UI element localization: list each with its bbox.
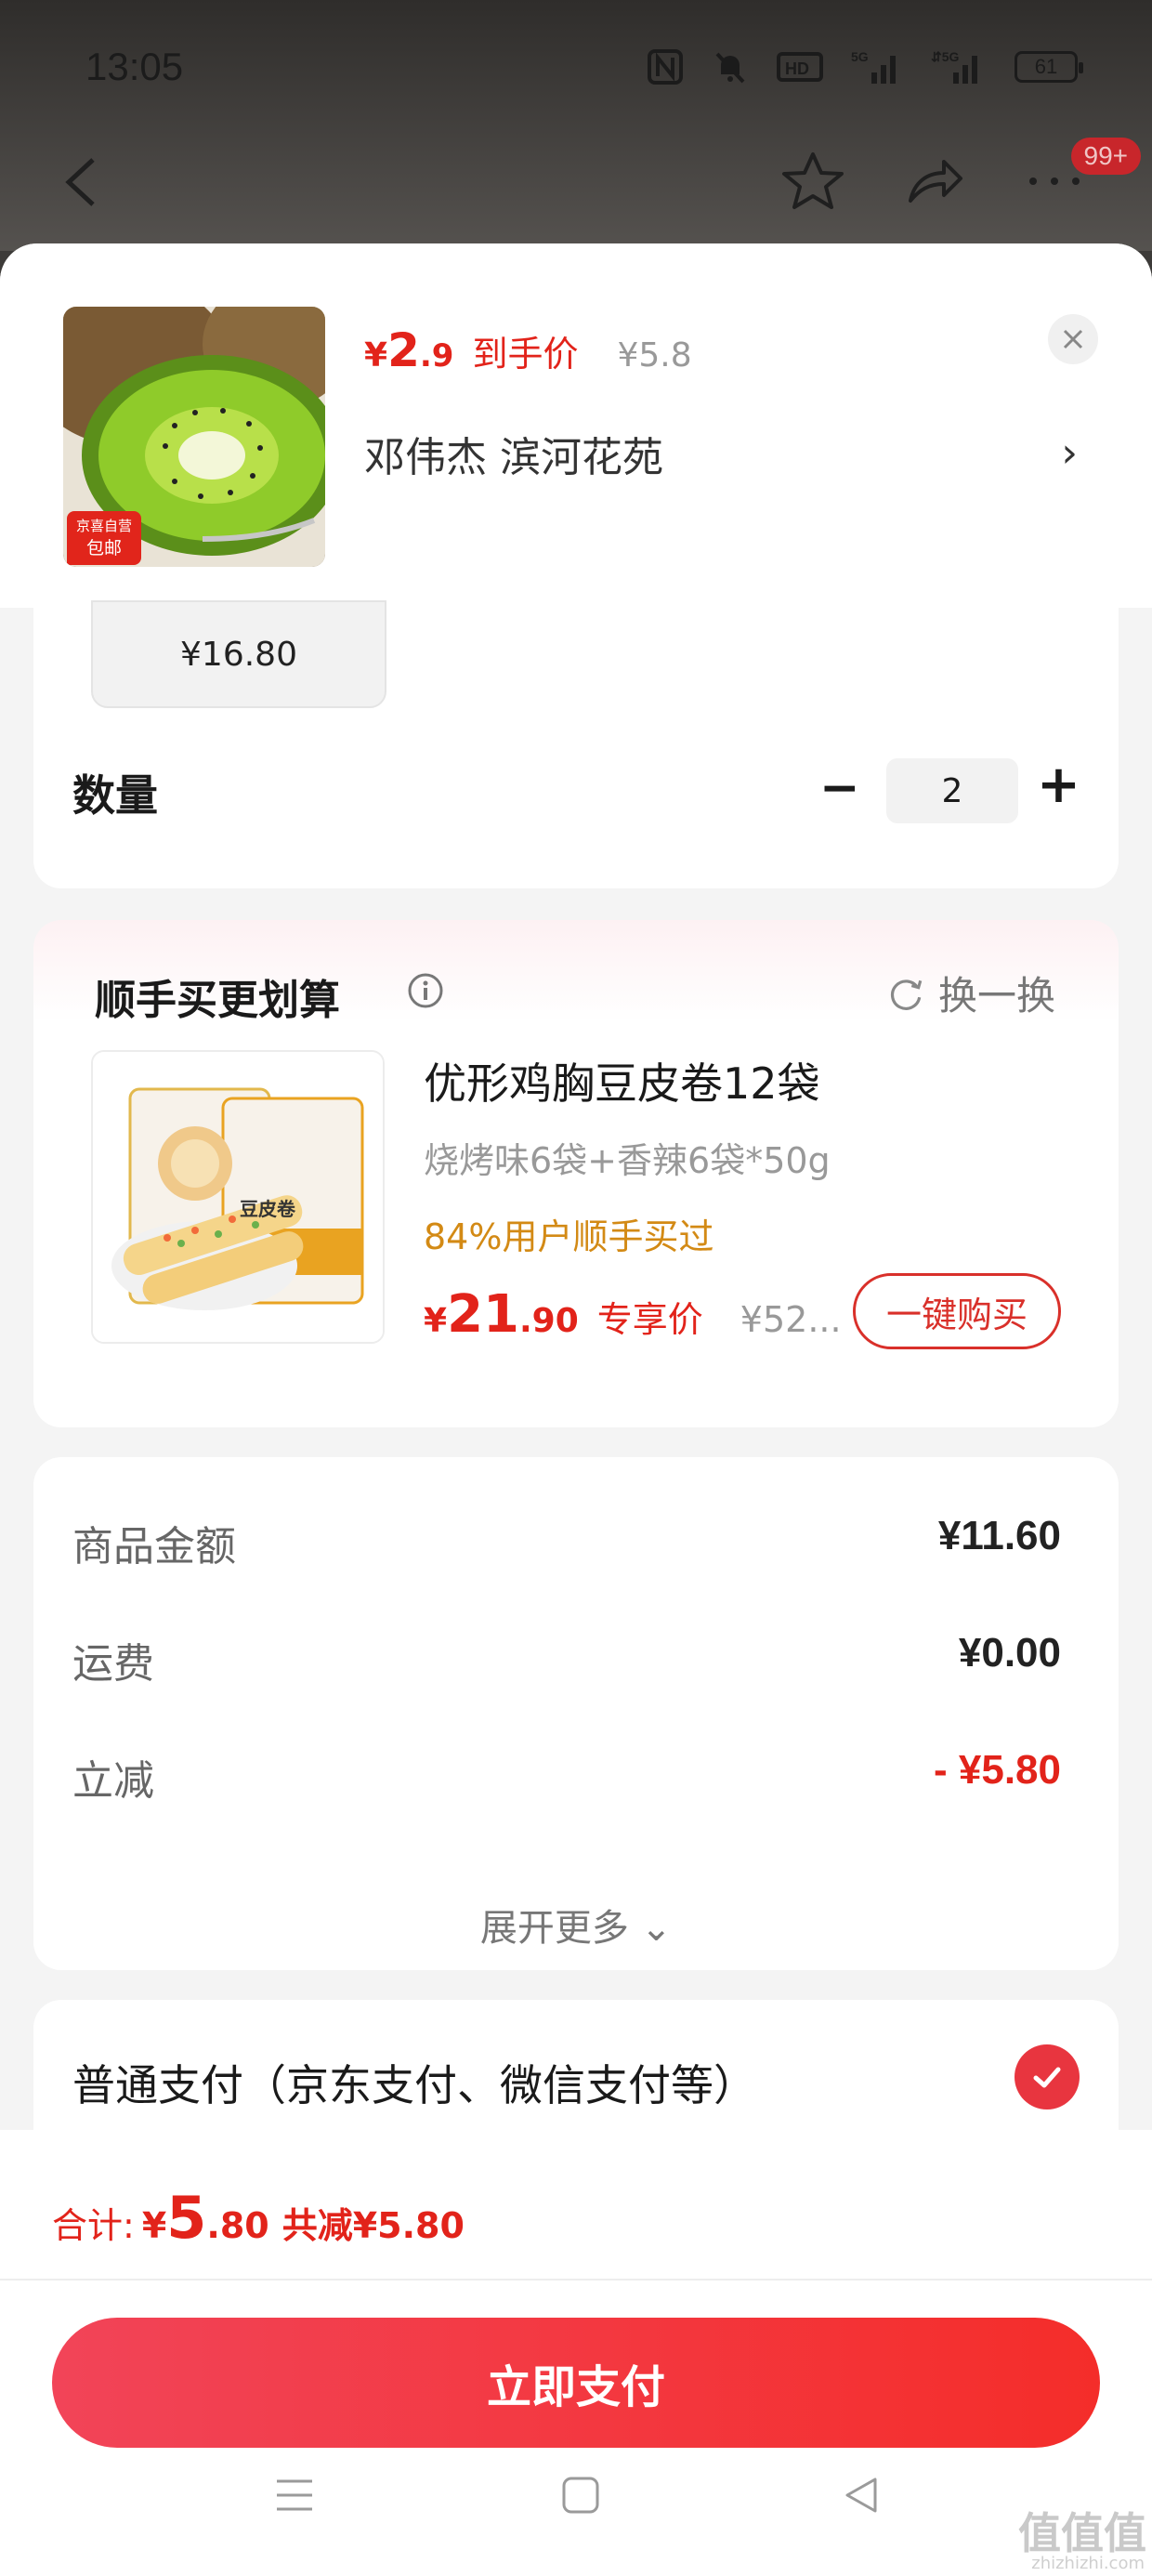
- share-icon[interactable]: [901, 149, 966, 217]
- payment-method-label: 普通支付（京东支付、微信支付等）: [72, 2060, 756, 2110]
- 5g-signal-icon: ⇵5G: [931, 48, 987, 85]
- home-icon[interactable]: [559, 2474, 602, 2517]
- checkout-sheet: 京喜自营 包邮 ¥ 2 .9 到手价 ¥5.8 邓伟杰 滨河花苑 › ¥16.8…: [0, 243, 1152, 2576]
- detail-row-discount: 立减 - ¥5.80: [72, 1747, 1061, 1805]
- close-button[interactable]: [1048, 314, 1098, 364]
- recommendation-card: 顺手买更划算 换一换 豆皮卷 优形鸡胸豆皮卷12袋 烧烤味6袋+香辣6袋*50g…: [33, 920, 1119, 1427]
- 5g-signal-icon: 5G: [851, 48, 903, 85]
- final-price-label: 到手价: [472, 334, 579, 375]
- swap-button[interactable]: 换一换: [886, 965, 1055, 1021]
- svg-text:⇵5G: ⇵5G: [931, 49, 960, 64]
- price-detail-card: 商品金额 ¥11.60 运费 ¥0.00 立减 - ¥5.80 展开更多 ⌄: [33, 1457, 1119, 1970]
- recommendation-price: ¥ 21 .90 专享价 ¥52...: [424, 1284, 842, 1345]
- divider: [0, 2279, 1152, 2280]
- battery-icon: 61: [1015, 51, 1083, 83]
- star-icon[interactable]: [780, 149, 845, 217]
- back-nav-icon[interactable]: [840, 2474, 883, 2517]
- delivery-address[interactable]: 邓伟杰 滨河花苑: [364, 424, 663, 483]
- hd-icon: HD: [777, 48, 823, 85]
- status-time: 13:05: [85, 45, 184, 88]
- sheet-header: 京喜自营 包邮 ¥ 2 .9 到手价 ¥5.8 邓伟杰 滨河花苑 ›: [0, 243, 1152, 608]
- product-price: ¥ 2 .9 到手价 ¥5.8: [364, 323, 692, 377]
- menu-icon[interactable]: [273, 2474, 316, 2517]
- watermark-url: zhizhizhi.com: [1031, 2554, 1145, 2573]
- watermark: 值值值: [1018, 2508, 1146, 2558]
- back-icon[interactable]: [58, 154, 104, 210]
- header-actions: [780, 149, 1087, 217]
- check-icon[interactable]: [1015, 2044, 1080, 2109]
- original-price: ¥5.8: [617, 336, 692, 375]
- svg-text:5G: 5G: [851, 49, 869, 64]
- detail-row-goods-amount: 商品金额 ¥11.60: [72, 1513, 1061, 1571]
- quantity-label: 数量: [72, 770, 158, 821]
- quantity-input[interactable]: 2: [886, 758, 1018, 823]
- nfc-icon: [647, 48, 684, 85]
- recommendation-title: 顺手买更划算: [95, 977, 340, 1024]
- one-click-buy-button[interactable]: 一键购买: [853, 1273, 1061, 1349]
- quantity-decrease-button[interactable]: −: [819, 760, 860, 816]
- close-icon: [1063, 329, 1083, 349]
- recommendation-original-price: ¥52...: [740, 1299, 842, 1340]
- app-background-header: 13:05 HD 5G ⇵5G 61 99+: [0, 0, 1152, 251]
- svg-text:豆皮卷: 豆皮卷: [240, 1198, 296, 1220]
- recommendation-spec: 烧烤味6袋+香辣6袋*50g: [424, 1140, 831, 1181]
- system-navigation-bar: [0, 2444, 1152, 2565]
- refresh-icon: [890, 979, 923, 1010]
- order-total: 合计: ¥ 5 .80 共减¥5.80: [52, 2184, 465, 2252]
- expand-more-button[interactable]: 展开更多 ⌄: [33, 1898, 1119, 1952]
- detail-row-shipping: 运费 ¥0.00: [72, 1630, 1061, 1688]
- recommendation-stat: 84%用户顺手买过: [424, 1216, 714, 1257]
- info-icon[interactable]: [407, 972, 444, 1009]
- total-saving: 共减¥5.80: [281, 2205, 465, 2246]
- pay-now-button[interactable]: 立即支付: [52, 2318, 1100, 2448]
- recommendation-image[interactable]: 豆皮卷: [91, 1050, 385, 1344]
- free-shipping-tag: 京喜自营 包邮: [67, 511, 141, 565]
- quantity-increase-button[interactable]: +: [1037, 755, 1080, 815]
- status-icons: HD 5G ⇵5G 61: [647, 48, 1083, 85]
- chevron-right-icon[interactable]: ›: [1061, 429, 1078, 477]
- quantity-card: ¥16.80 数量 − 2 +: [33, 600, 1119, 888]
- recommendation-name[interactable]: 优形鸡胸豆皮卷12袋: [424, 1050, 820, 1111]
- exclusive-price-label: 专享价: [596, 1299, 703, 1340]
- svg-text:HD: HD: [785, 59, 809, 78]
- product-thumbnail: 京喜自营 包邮: [63, 307, 325, 567]
- notification-badge: 99+: [1070, 138, 1141, 175]
- spec-option[interactable]: ¥16.80: [91, 600, 386, 708]
- mute-icon: [712, 48, 749, 85]
